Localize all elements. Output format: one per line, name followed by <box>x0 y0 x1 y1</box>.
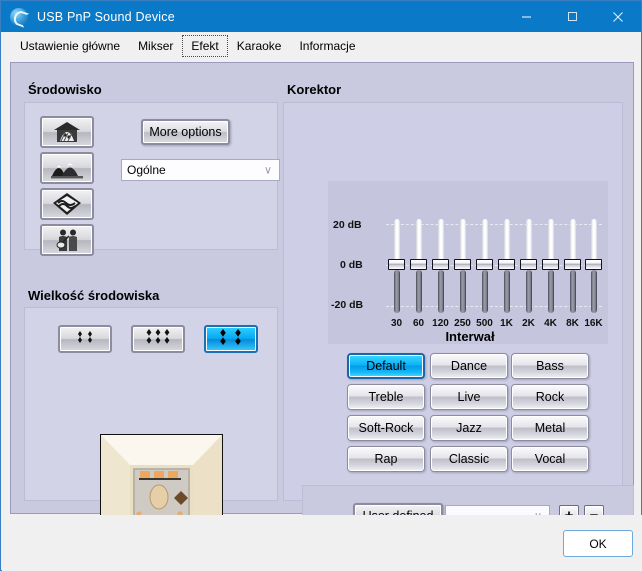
preset-metal[interactable]: Metal <box>511 415 589 441</box>
eq-thumb-500[interactable] <box>476 259 493 270</box>
window-controls <box>503 1 641 32</box>
cave-icon-button[interactable] <box>40 116 94 148</box>
eq-thumb-1k[interactable] <box>498 259 515 270</box>
environment-preset-value: Ogólne <box>127 163 166 177</box>
environment-preset-combo[interactable]: Ogólne ∨ <box>121 159 280 181</box>
equalizer-panel: 20 dB 0 dB -20 dB 30 60 120 250 500 1K 2… <box>328 181 608 344</box>
preset-dance[interactable]: Dance <box>430 353 508 379</box>
preset-rap[interactable]: Rap <box>347 446 425 472</box>
size-medium-button[interactable] <box>131 325 185 353</box>
cave-icon <box>52 121 82 143</box>
eq-tick-minus20: -20 dB <box>331 299 364 311</box>
size-large-icon <box>214 327 248 352</box>
eq-thumb-250[interactable] <box>454 259 471 270</box>
eq-tick-zero: 0 dB <box>340 259 363 271</box>
sound-device-icon <box>10 7 28 26</box>
maximize-button[interactable] <box>549 1 595 32</box>
eq-thumb-120[interactable] <box>432 259 449 270</box>
eq-thumb-16k[interactable] <box>585 259 602 270</box>
mountains-icon-button[interactable] <box>40 152 94 184</box>
equalizer-legend: Korektor <box>287 82 342 97</box>
eq-thumb-4k[interactable] <box>542 259 559 270</box>
equalizer-axis-label: Interwał <box>445 329 495 344</box>
app-window: USB PnP Sound Device Ustawienie główne M… <box>0 0 642 571</box>
eq-thumb-8k[interactable] <box>564 259 581 270</box>
preset-soft-rock[interactable]: Soft-Rock <box>347 415 425 441</box>
window-title: USB PnP Sound Device <box>37 9 175 24</box>
preset-jazz[interactable]: Jazz <box>430 415 508 441</box>
preset-classic[interactable]: Classic <box>430 446 508 472</box>
preset-vocal[interactable]: Vocal <box>511 446 589 472</box>
more-options-button[interactable]: More options <box>141 119 230 145</box>
preset-default[interactable]: Default <box>347 353 425 379</box>
footer-bar: OK <box>2 515 642 571</box>
size-medium-icon <box>141 327 175 352</box>
tab-karaoke[interactable]: Karaoke <box>228 35 291 57</box>
eq-freq-label-16k: 16K <box>584 318 603 329</box>
chevron-down-icon: ∨ <box>263 164 272 177</box>
eq-thumb-30[interactable] <box>388 259 405 270</box>
environment-size-legend: Wielkość środowiska <box>28 288 160 303</box>
tab-strip: Ustawienie główne Mikser Efekt Karaoke I… <box>1 32 641 59</box>
preset-live[interactable]: Live <box>430 384 508 410</box>
preset-treble[interactable]: Treble <box>347 384 425 410</box>
eq-tick-plus20: 20 dB <box>333 219 362 231</box>
title-bar: USB PnP Sound Device <box>1 1 641 32</box>
people-icon-button[interactable] <box>40 224 94 256</box>
environment-legend: Środowisko <box>28 82 102 97</box>
eq-thumb-60[interactable] <box>410 259 427 270</box>
people-icon <box>53 228 81 252</box>
size-large-button[interactable] <box>204 325 258 353</box>
preset-bass[interactable]: Bass <box>511 353 589 379</box>
close-button[interactable] <box>595 1 641 32</box>
carpet-icon-button[interactable] <box>40 188 94 220</box>
size-small-button[interactable] <box>58 325 112 353</box>
mountains-icon <box>50 157 84 179</box>
carpet-icon <box>52 192 82 216</box>
eq-thumb-2k[interactable] <box>520 259 537 270</box>
tab-efekt[interactable]: Efekt <box>182 34 228 57</box>
size-small-icon <box>71 328 99 351</box>
effect-page: Środowisko More options Ogólne ∨ Wielkoś… <box>10 62 634 560</box>
tab-mikser[interactable]: Mikser <box>129 35 182 57</box>
preset-rock[interactable]: Rock <box>511 384 589 410</box>
ok-button[interactable]: OK <box>563 530 633 557</box>
tab-ustawienie-glowne[interactable]: Ustawienie główne <box>11 35 129 57</box>
tab-informacje[interactable]: Informacje <box>290 35 364 57</box>
minimize-button[interactable] <box>503 1 549 32</box>
